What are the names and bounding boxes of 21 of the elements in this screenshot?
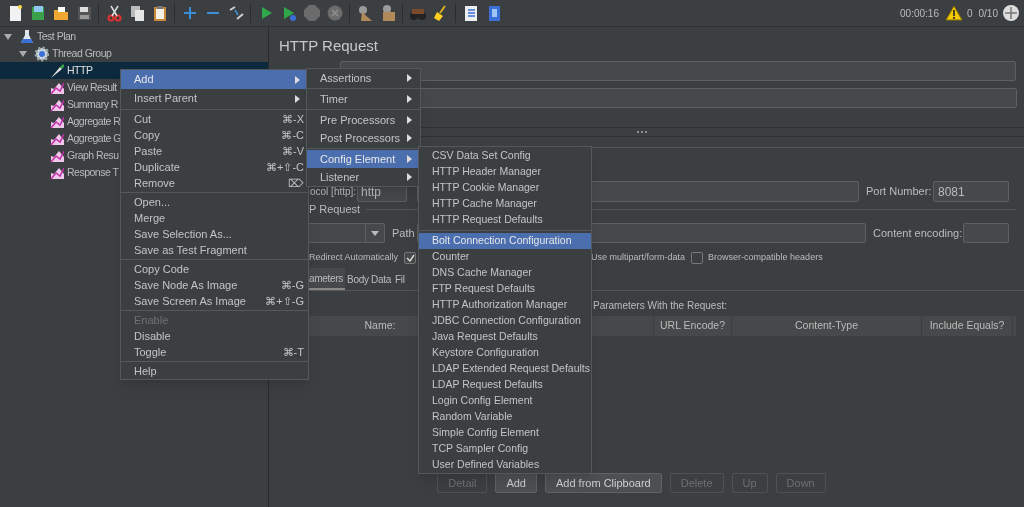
shortcut-label: ⌘+⇧-G xyxy=(265,293,304,309)
checkbox-label: Redirect Automatically xyxy=(309,251,399,265)
table-caption: Parameters With the Request: xyxy=(593,299,728,312)
shortcut-label: ⌘+⇧-C xyxy=(265,159,304,175)
warning-count: 0 xyxy=(966,6,973,21)
checkbox-label: Use multipart/form-data xyxy=(591,251,686,265)
thread-count: 0/10 xyxy=(978,6,998,21)
shortcut-label: ⌘-V xyxy=(282,143,304,159)
shortcut-label: ⌘-T xyxy=(282,344,304,360)
shortcut-label: ⌘-X xyxy=(282,111,304,127)
panel-title: HTTP Request xyxy=(279,36,379,53)
checkbox-label: Browser-compatible headers xyxy=(708,251,823,265)
field-label: Path xyxy=(392,225,416,241)
shortcut-label: ⌘-C xyxy=(281,127,304,143)
field-label: Port Number: xyxy=(866,184,933,200)
shortcut-label: ⌘-G xyxy=(280,277,304,293)
elapsed-time: 00:00:16 xyxy=(900,6,939,21)
field-label: ocol [http]: xyxy=(310,185,357,199)
shortcut-label: ⌦ xyxy=(288,175,304,191)
field-label: Content encoding: xyxy=(873,225,963,241)
group-label: P Request xyxy=(309,201,361,217)
